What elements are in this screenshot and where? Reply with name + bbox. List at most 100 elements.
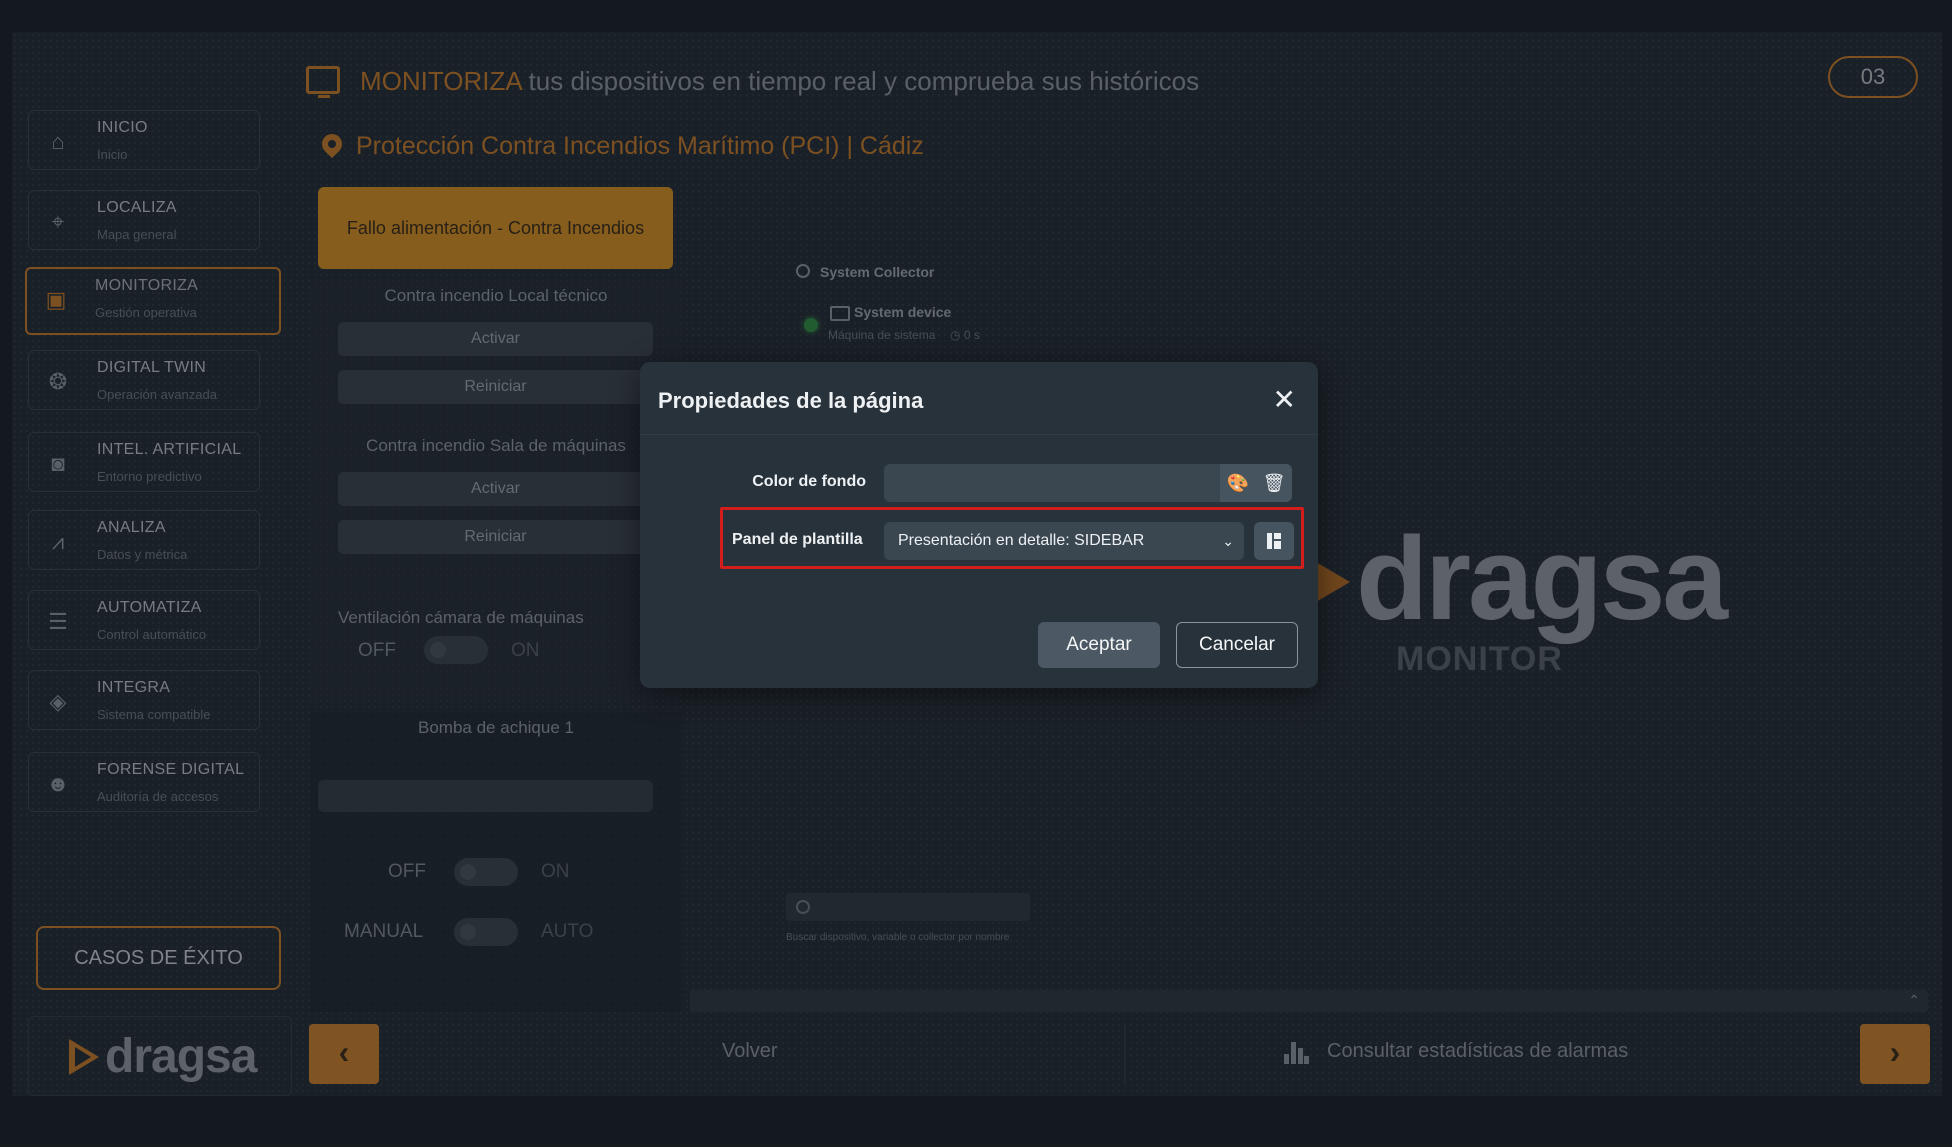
map-pin-icon: ⌖	[51, 209, 65, 234]
location-title: Protección Contra Incendios Marítimo (PC…	[356, 132, 924, 160]
watermark-triangle	[1316, 562, 1350, 602]
sidebar-item-title: MONITORIZA	[95, 277, 199, 294]
accept-button[interactable]: Aceptar	[1038, 622, 1160, 668]
search-help-text: Buscar dispositivo, variable o collector…	[786, 932, 1010, 943]
background-color-field[interactable]	[884, 464, 1220, 502]
sidebar-item-title: AUTOMATIZA	[97, 599, 202, 616]
sidebar-item-subtitle: Entorno predictivo	[97, 469, 202, 484]
sidebar-item-title: ANALIZA	[97, 519, 166, 536]
watermark-logo: dragsa	[1356, 513, 1728, 645]
next-page-button[interactable]: ›	[1860, 1024, 1930, 1084]
success-cases-button[interactable]: CASOS DE ÉXITO	[36, 926, 281, 990]
group-label-sala-maquinas: Contra incendio Sala de máquinas	[366, 436, 626, 455]
search-icon	[796, 900, 810, 914]
page-number-badge: 03	[1828, 56, 1918, 98]
dialog-title: Propiedades de la página	[658, 388, 924, 413]
sidebar-item-digital-twin[interactable]: ❂ DIGITAL TWIN Operación avanzada	[28, 350, 260, 410]
ai-chip-icon: ◙	[51, 451, 65, 476]
sidebar-item-subtitle: Auditoría de accesos	[97, 789, 219, 804]
brain-icon: ❂	[48, 369, 68, 394]
chevron-down-icon: ⌄	[1222, 533, 1234, 549]
device-subtitle: Máquina de sistema	[828, 328, 936, 342]
device-time: ◷ 0 s	[950, 328, 980, 342]
prev-page-button[interactable]: ‹	[309, 1024, 379, 1084]
mode-manual-label: MANUAL	[344, 921, 424, 942]
background-color-label: Color de fondo	[752, 473, 866, 490]
sidebar-item-subtitle: Inicio	[97, 147, 128, 162]
sidebar-item-subtitle: Control automático	[97, 627, 207, 642]
stats-icon	[1284, 1040, 1309, 1064]
page-title-rest: tus dispositivos en tiempo real y compru…	[521, 66, 1200, 96]
watermark-subtitle: MONITOR	[1396, 640, 1563, 678]
collector-name[interactable]: System Collector	[820, 264, 934, 280]
template-icon[interactable]	[1254, 522, 1294, 560]
sidebar-item-title: INTEGRA	[97, 679, 171, 696]
layers-icon: ◈	[49, 689, 67, 714]
page-properties-dialog: Propiedades de la página ✕ Color de fond…	[640, 362, 1318, 688]
trash-icon[interactable]: 🗑	[1256, 464, 1292, 502]
sidebar-item-title: FORENSE DIGITAL	[97, 761, 245, 778]
sidebar-item-intel-artificial[interactable]: ◙ INTEL. ARTIFICIAL Entorno predictivo	[28, 432, 260, 492]
sidebar-item-forense-digital[interactable]: ☻ FORENSE DIGITAL Auditoría de accesos	[28, 752, 260, 812]
pump-status-bar	[318, 780, 653, 812]
mode-switch[interactable]	[454, 918, 518, 946]
dialog-divider	[640, 434, 1318, 435]
pump-label: Bomba de achique 1	[418, 718, 574, 737]
page-title: MONITORIZA tus dispositivos en tiempo re…	[360, 66, 1199, 97]
status-dot	[804, 318, 818, 332]
sidebar-item-title: LOCALIZA	[97, 199, 177, 216]
chevron-up-icon[interactable]: ⌃	[1908, 992, 1920, 1009]
activate-button-local-tecnico[interactable]: Activar	[338, 322, 653, 356]
sidebar-item-monitoriza[interactable]: ▣ MONITORIZA Gestión operativa	[25, 267, 281, 335]
sidebar-item-title: DIGITAL TWIN	[97, 359, 207, 376]
template-panel-select[interactable]: Presentación en detalle: SIDEBAR ⌄	[884, 522, 1244, 560]
collector-icon	[796, 264, 810, 278]
sidebar-item-analiza[interactable]: ⩘ ANALIZA Datos y métrica	[28, 510, 260, 570]
ventilation-label: Ventilación cámara de máquinas	[338, 608, 584, 627]
footer-divider	[1124, 1024, 1126, 1084]
home-icon: ⌂	[51, 129, 65, 154]
sidebar-item-subtitle: Mapa general	[97, 227, 177, 242]
ventilation-switch[interactable]	[424, 636, 488, 664]
device-name[interactable]: System device	[854, 304, 951, 320]
sidebar-item-subtitle: Operación avanzada	[97, 387, 217, 402]
sidebar-item-title: INICIO	[97, 119, 148, 136]
sidebar-item-integra[interactable]: ◈ INTEGRA Sistema compatible	[28, 670, 260, 730]
device-search-input[interactable]	[786, 893, 1030, 921]
brand-logo: dragsa	[28, 1016, 292, 1096]
activate-button-sala-maquinas[interactable]: Activar	[338, 472, 653, 506]
mode-auto-label: AUTO	[541, 921, 594, 942]
sidebar-item-inicio[interactable]: ⌂ INICIO Inicio	[28, 110, 260, 170]
pump-switch[interactable]	[454, 858, 518, 886]
back-link[interactable]: Volver	[722, 1040, 778, 1063]
alarm-stats-link[interactable]: Consultar estadísticas de alarmas	[1327, 1040, 1628, 1063]
alarm-banner[interactable]: Fallo alimentación - Contra Incendios	[318, 187, 673, 269]
palette-icon[interactable]: 🎨	[1220, 464, 1256, 502]
logo-wordmark: dragsa	[105, 1030, 257, 1083]
list-icon: ☰	[48, 609, 68, 634]
sidebar-item-localiza[interactable]: ⌖ LOCALIZA Mapa general	[28, 190, 260, 250]
close-icon[interactable]: ✕	[1273, 386, 1296, 414]
restart-button-local-tecnico[interactable]: Reiniciar	[338, 370, 653, 404]
users-icon: ☻	[46, 771, 70, 796]
page-title-accent: MONITORIZA	[360, 66, 522, 96]
sidebar-item-subtitle: Gestión operativa	[95, 305, 197, 320]
cancel-button[interactable]: Cancelar	[1176, 622, 1298, 668]
sidebar-item-subtitle: Sistema compatible	[97, 707, 211, 722]
logo-triangle-inner	[75, 1047, 91, 1067]
switch-off-label: OFF	[388, 861, 426, 882]
laptop-icon	[830, 306, 850, 321]
monitor-icon	[306, 66, 340, 98]
switch-off-label: OFF	[358, 640, 396, 661]
monitor-icon: ▣	[45, 287, 67, 312]
sidebar-item-automatiza[interactable]: ☰ AUTOMATIZA Control automático	[28, 590, 260, 650]
template-panel-value: Presentación en detalle: SIDEBAR	[898, 532, 1145, 549]
sidebar-item-subtitle: Datos y métrica	[97, 547, 188, 562]
template-panel-label: Panel de plantilla	[732, 531, 863, 548]
switch-on-label: ON	[541, 861, 570, 882]
group-label-local-tecnico: Contra incendio Local técnico	[384, 286, 608, 305]
switch-on-label: ON	[511, 640, 540, 661]
horizontal-scrollbar[interactable]: ⌃	[690, 990, 1928, 1012]
restart-button-sala-maquinas[interactable]: Reiniciar	[338, 520, 653, 554]
chart-icon: ⩘	[51, 529, 65, 554]
